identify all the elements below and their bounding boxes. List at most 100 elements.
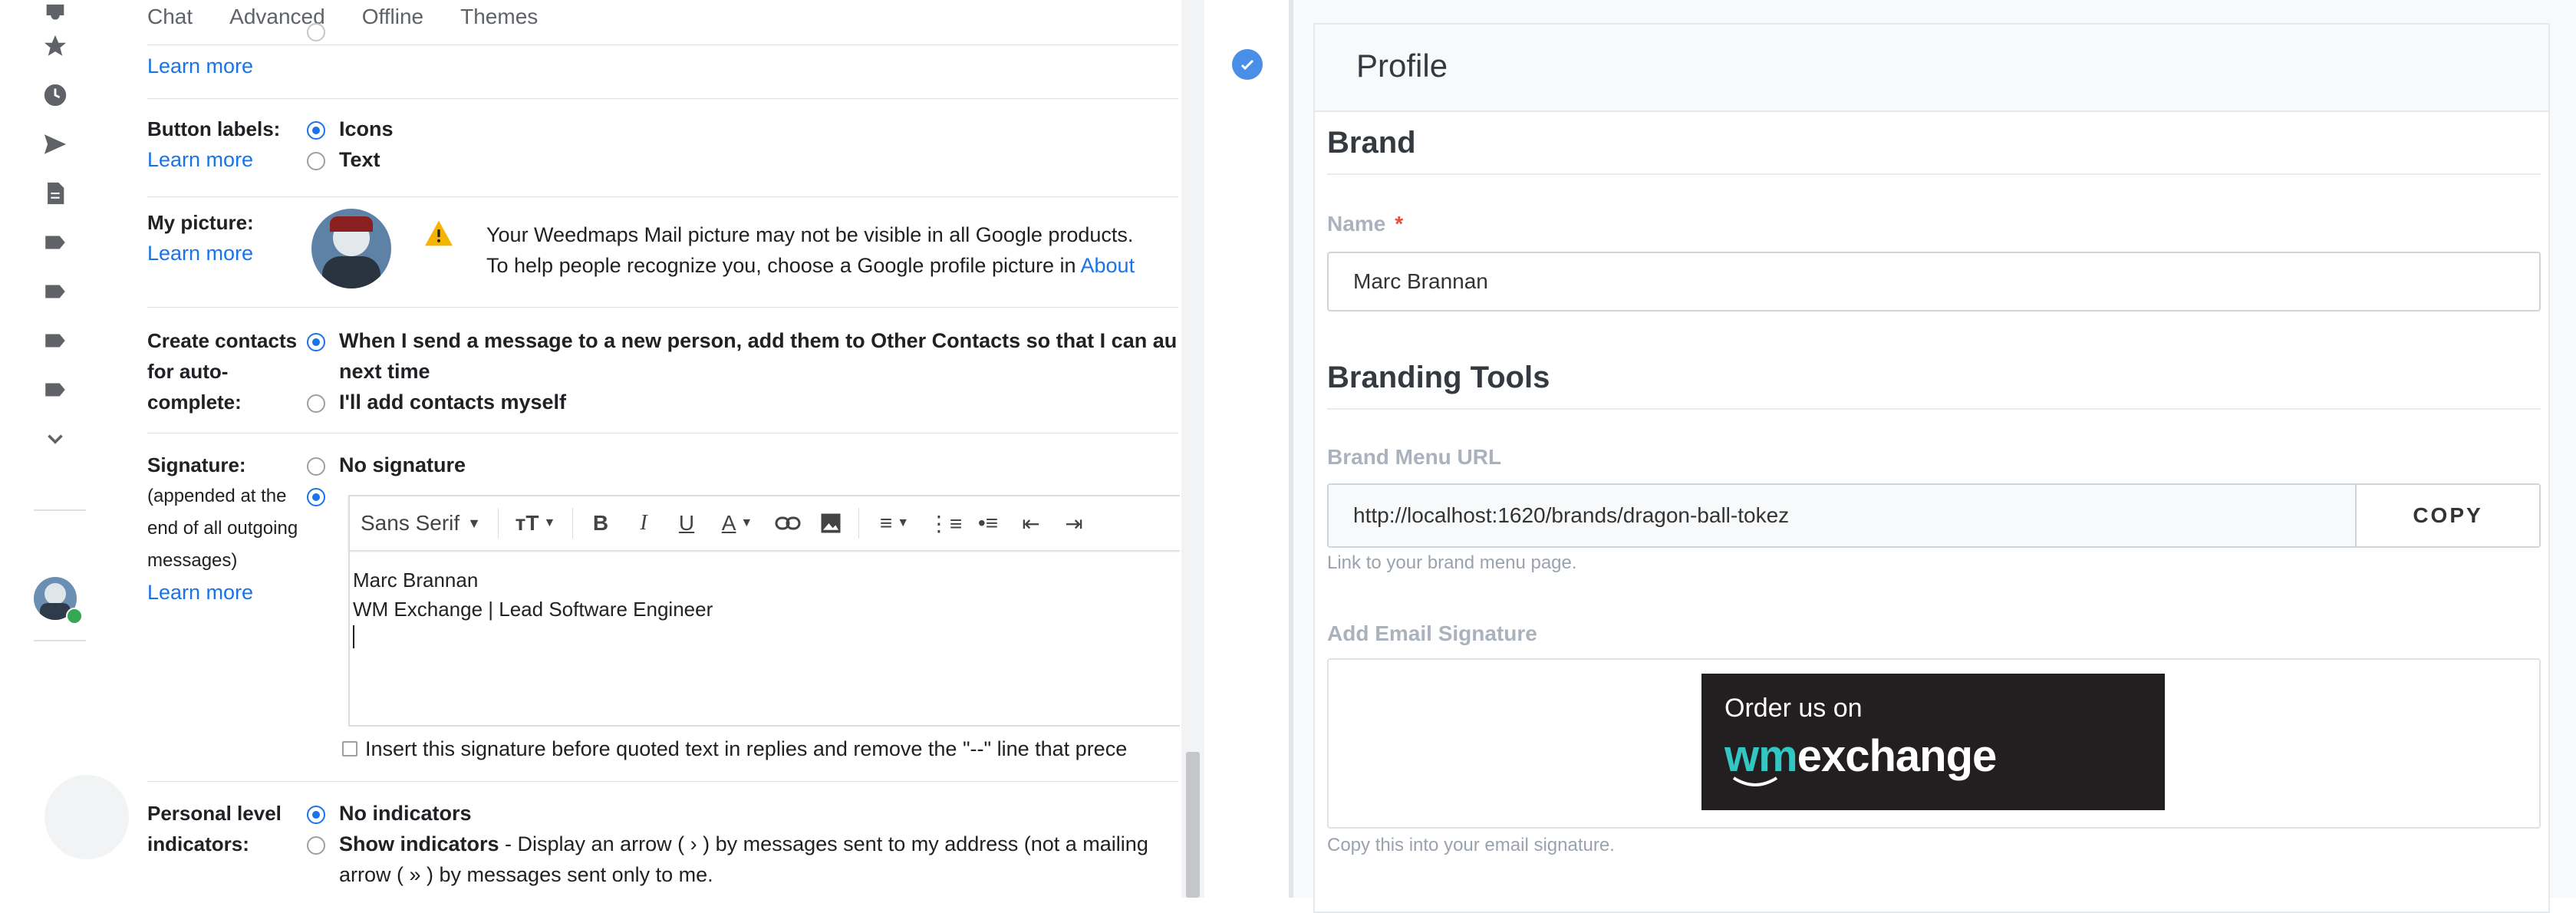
italic-icon[interactable]: I: [622, 502, 665, 545]
profile-picture[interactable]: [311, 209, 391, 288]
brand-menu-url-label: Brand Menu URL: [1327, 445, 1502, 469]
draft-icon[interactable]: [40, 178, 71, 209]
signature-sub: messages): [147, 550, 238, 571]
rail-divider: [34, 509, 86, 511]
insert-before-quoted-checkbox[interactable]: [342, 741, 357, 756]
branding-tools-title: Branding Tools: [1327, 361, 1550, 394]
create-contacts-label: for auto-: [147, 360, 229, 383]
hangouts-placeholder-icon: [44, 775, 129, 859]
font-family-value: Sans Serif: [361, 511, 460, 535]
option-auto-add-cont: next time: [339, 360, 430, 383]
create-contacts-label: Create contacts: [147, 329, 298, 352]
label-icon[interactable]: [40, 325, 71, 356]
my-picture-label: My picture:: [147, 211, 254, 234]
star-icon[interactable]: [40, 31, 71, 61]
inbox-icon[interactable]: [40, 0, 71, 31]
link-icon[interactable]: [766, 502, 809, 545]
learn-more-link[interactable]: Learn more: [147, 144, 253, 175]
radio-text[interactable]: [307, 152, 325, 170]
picture-warning-line1: Your Weedmaps Mail picture may not be vi…: [486, 223, 1134, 246]
tab-themes[interactable]: Themes: [460, 5, 538, 29]
bulleted-list-icon[interactable]: •≡: [967, 502, 1010, 545]
underline-icon[interactable]: U: [665, 502, 708, 545]
learn-more-link[interactable]: Learn more: [147, 577, 253, 608]
text-color-icon[interactable]: A ▼: [708, 502, 766, 545]
send-icon[interactable]: [40, 129, 71, 160]
tab-chat[interactable]: Chat: [147, 5, 193, 29]
tab-offline[interactable]: Offline: [362, 5, 423, 29]
learn-more-link[interactable]: Learn more: [147, 51, 253, 81]
personal-level-label: indicators:: [147, 832, 249, 855]
bold-icon[interactable]: B: [579, 502, 622, 545]
show-indicators-title: Show indicators: [339, 832, 499, 855]
radio-icons[interactable]: [307, 121, 325, 140]
signature-sub: end of all outgoing: [147, 518, 298, 539]
signature-line: WM Exchange | Lead Software Engineer: [353, 598, 713, 621]
signature-editor[interactable]: Marc Brannan WM Exchange | Lead Software…: [348, 549, 1180, 727]
brand-section-title: Brand: [1327, 126, 1416, 160]
chevron-down-icon[interactable]: [40, 424, 71, 454]
toolbar-separator: [572, 508, 573, 539]
font-family-select[interactable]: Sans Serif ▼: [350, 511, 492, 536]
clock-icon[interactable]: [40, 80, 71, 110]
radio-no-indicators[interactable]: [307, 806, 325, 824]
about-me-link[interactable]: About: [1081, 254, 1135, 277]
picture-warning-text: To help people recognize you, choose a G…: [486, 254, 1076, 277]
presence-dot: [66, 608, 83, 625]
indent-less-icon[interactable]: ⇤: [1010, 502, 1052, 545]
text-cursor: [353, 625, 354, 648]
font-size-icon[interactable]: тT ▼: [505, 502, 566, 545]
radio-manual-add[interactable]: [307, 394, 325, 413]
logo-wordmark: wmexchange: [1724, 730, 1998, 782]
learn-more-link[interactable]: Learn more: [147, 238, 253, 269]
rail-divider: [34, 640, 86, 641]
email-signature-help: Copy this into your email signature.: [1327, 835, 1615, 855]
divider: [147, 44, 1178, 45]
logo-exchange: exchange: [1797, 731, 1998, 781]
label-icon[interactable]: [40, 374, 71, 405]
option-no-indicators: No indicators: [339, 802, 472, 825]
section-divider: [1327, 408, 2541, 410]
profile-card-header: [1313, 23, 2550, 112]
section-divider: [1327, 173, 2541, 175]
show-indicators-desc-cont: arrow ( » ) by messages sent only to me.: [339, 863, 713, 886]
signature-sub: (appended at the: [147, 486, 287, 506]
radio-no-signature[interactable]: [307, 457, 325, 476]
label-icon[interactable]: [40, 227, 71, 258]
align-icon[interactable]: ≡ ▼: [865, 502, 924, 545]
warning-icon: [423, 219, 454, 251]
name-label-text: Name: [1327, 212, 1386, 236]
logo-order-text: Order us on: [1724, 694, 1863, 723]
radio-auto-add[interactable]: [307, 333, 325, 351]
brand-menu-url-input[interactable]: http://localhost:1620/brands/dragon-ball…: [1329, 485, 2357, 546]
logo-wm: wm: [1724, 731, 1798, 781]
copy-button[interactable]: COPY: [2357, 485, 2539, 546]
brand-menu-url-group: http://localhost:1620/brands/dragon-ball…: [1327, 483, 2541, 548]
divider: [147, 307, 1178, 308]
checkmark-icon: [1232, 49, 1263, 80]
radio-show-indicators[interactable]: [307, 836, 325, 855]
radio-custom-signature[interactable]: [307, 488, 325, 506]
create-contacts-label: complete:: [147, 391, 242, 414]
numbered-list-icon[interactable]: ⋮≡: [924, 502, 967, 545]
option-icons: Icons: [339, 117, 394, 140]
settings-tabs: Chat Advanced Offline Themes: [147, 0, 538, 34]
name-input[interactable]: Marc Brannan: [1327, 252, 2541, 311]
indent-more-icon[interactable]: ⇥: [1052, 502, 1095, 545]
toolbar-separator: [858, 508, 859, 539]
signature-label: Signature:: [147, 453, 246, 476]
signature-line: Marc Brannan: [353, 569, 479, 592]
radio-partial[interactable]: [307, 23, 325, 41]
label-icon[interactable]: [40, 276, 71, 307]
image-icon[interactable]: [809, 502, 852, 545]
option-show-indicators: Show indicators - Display an arrow ( › )…: [339, 829, 1148, 859]
option-auto-add: When I send a message to a new person, a…: [339, 329, 1178, 352]
signature-toolbar: Sans Serif ▼ тT ▼ B I U A ▼ ≡ ▼ ⋮≡ •≡ ⇤ ⇥: [348, 495, 1180, 550]
divider: [147, 781, 1178, 782]
personal-level-label: Personal level: [147, 802, 282, 825]
toolbar-separator: [498, 508, 499, 539]
settings-scrollbar-thumb[interactable]: [1186, 752, 1200, 898]
option-text: Text: [339, 148, 380, 171]
option-manual-add: I'll add contacts myself: [339, 391, 567, 414]
option-no-signature: No signature: [339, 453, 466, 476]
